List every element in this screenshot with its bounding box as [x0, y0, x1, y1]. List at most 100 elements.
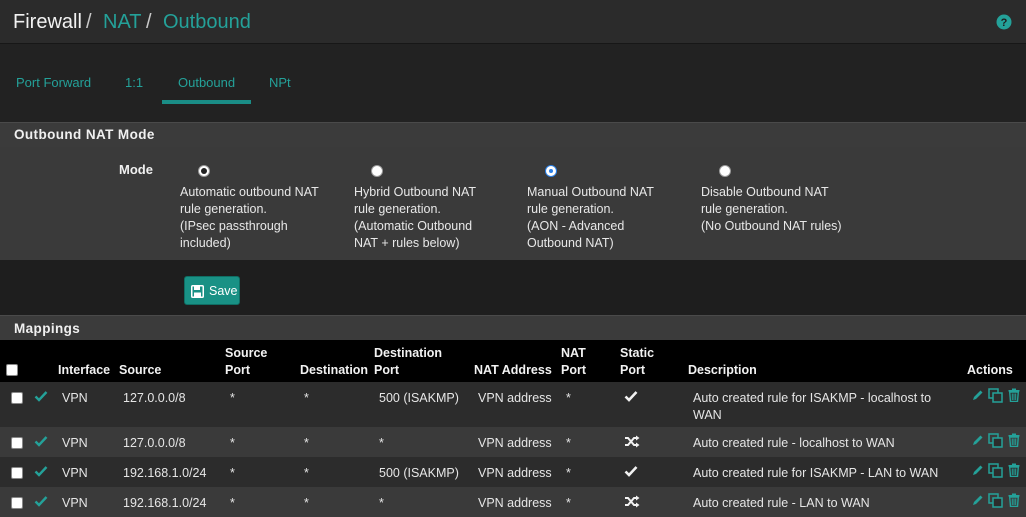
enabled-check-icon	[34, 465, 48, 480]
column-header-interface[interactable]: Interface	[58, 362, 110, 379]
tab-npt[interactable]: NPt	[269, 75, 291, 90]
header-line: Destination	[374, 346, 443, 360]
header-line: Source	[225, 346, 268, 360]
trash-icon[interactable]	[1008, 463, 1020, 480]
cell-destination-port: 500 (ISAKMP)	[379, 391, 459, 405]
header-line: Port	[225, 363, 250, 377]
column-header-actions: Actions	[967, 363, 1013, 377]
cell-destination: *	[304, 466, 309, 480]
enabled-check-icon	[34, 495, 48, 510]
save-button[interactable]: Save	[184, 276, 240, 305]
cell-source-port: *	[230, 466, 235, 480]
tab-one-to-one[interactable]: 1:1	[125, 75, 143, 90]
shuffle-icon	[624, 495, 640, 511]
option-hybrid-text: Hybrid Outbound NAT rule generation. (Au…	[354, 184, 476, 252]
cell-destination-port: *	[379, 496, 384, 510]
cell-nat-address: VPN address	[478, 466, 552, 480]
edit-pencil-icon[interactable]	[971, 494, 984, 510]
cell-description: Auto created rule for ISAKMP - localhost…	[693, 390, 931, 424]
enabled-check-icon	[34, 435, 48, 450]
option-line: included)	[180, 236, 231, 250]
mappings-panel-title: Mappings	[14, 321, 81, 336]
column-header-destination[interactable]: Destination	[300, 362, 368, 379]
column-header-nat-port[interactable]: NAT Port	[561, 345, 586, 379]
row-checkbox[interactable]	[11, 392, 23, 404]
trash-icon[interactable]	[1008, 388, 1020, 405]
cell-description: Auto created rule - LAN to WAN	[693, 495, 870, 512]
cell-source-port: *	[230, 496, 235, 510]
cell-interface: VPN	[62, 466, 88, 480]
active-tab-indicator	[162, 100, 251, 104]
copy-icon[interactable]	[988, 463, 1003, 481]
breadcrumb-outbound[interactable]: Outbound	[163, 10, 251, 34]
mode-panel-body	[0, 147, 1026, 260]
option-line: rule generation.	[701, 202, 788, 216]
option-line: Outbound NAT)	[527, 236, 614, 250]
cell-interface: VPN	[62, 391, 88, 405]
copy-icon[interactable]	[988, 388, 1003, 406]
cell-nat-port: *	[566, 496, 571, 510]
copy-icon[interactable]	[988, 493, 1003, 511]
option-line: Disable Outbound NAT	[701, 185, 829, 199]
breadcrumb-separator: /	[146, 11, 152, 33]
tab-outbound[interactable]: Outbound	[178, 75, 235, 90]
trash-icon[interactable]	[1008, 493, 1020, 510]
option-line: Manual Outbound NAT	[527, 185, 654, 199]
option-disable-text: Disable Outbound NAT rule generation. (N…	[701, 184, 842, 235]
header-line: Static	[620, 346, 655, 360]
header-line: Port	[620, 363, 645, 377]
column-header-destination-port[interactable]: Destination Port	[374, 345, 442, 379]
column-header-source-port[interactable]: Source Port	[225, 345, 267, 379]
header-line: NAT	[561, 346, 586, 360]
option-manual-text: Manual Outbound NAT rule generation. (AO…	[527, 184, 654, 252]
row-checkbox[interactable]	[11, 437, 23, 449]
trash-icon[interactable]	[1008, 433, 1020, 450]
cell-destination-port: *	[379, 436, 384, 450]
save-icon	[191, 285, 204, 298]
cell-source-port: *	[230, 391, 235, 405]
row-checkbox[interactable]	[11, 497, 23, 509]
cell-source: 192.168.1.0/24	[123, 466, 207, 480]
column-header-static-port[interactable]: Static Port	[620, 345, 654, 379]
breadcrumb-firewall[interactable]: Firewall	[13, 10, 82, 34]
cell-destination: *	[304, 391, 309, 405]
cell-interface: VPN	[62, 496, 88, 510]
option-line: (No Outbound NAT rules)	[701, 219, 842, 233]
select-all-checkbox[interactable]	[6, 364, 18, 376]
cell-nat-port: *	[566, 466, 571, 480]
save-button-label: Save	[209, 284, 238, 298]
radio-automatic[interactable]	[198, 165, 210, 177]
cell-nat-address: VPN address	[478, 391, 552, 405]
breadcrumb-nat[interactable]: NAT	[103, 10, 142, 34]
option-line: rule generation.	[180, 202, 267, 216]
mappings-panel-heading: Mappings	[0, 315, 1026, 340]
tab-port-forward[interactable]: Port Forward	[16, 75, 91, 90]
cell-description: Auto created rule for ISAKMP - LAN to WA…	[693, 465, 938, 482]
radio-hybrid[interactable]	[371, 165, 383, 177]
option-line: Hybrid Outbound NAT	[354, 185, 477, 199]
cell-nat-port: *	[566, 391, 571, 405]
option-line: (IPsec passthrough	[180, 219, 288, 233]
column-header-source[interactable]: Source	[119, 362, 161, 379]
radio-manual[interactable]	[545, 165, 557, 177]
row-checkbox[interactable]	[11, 467, 23, 479]
cell-source: 192.168.1.0/24	[123, 496, 207, 510]
cell-interface: VPN	[62, 436, 88, 450]
mode-label: Mode	[119, 162, 153, 177]
checkmark-icon	[624, 390, 638, 405]
radio-disable[interactable]	[719, 165, 731, 177]
edit-pencil-icon[interactable]	[971, 434, 984, 450]
edit-pencil-icon[interactable]	[971, 389, 984, 405]
help-icon[interactable]: ?	[996, 14, 1012, 30]
copy-icon[interactable]	[988, 433, 1003, 451]
column-header-description[interactable]: Description	[688, 362, 757, 379]
description-line: WAN	[693, 408, 722, 422]
column-header-nat-address[interactable]: NAT Address	[474, 362, 552, 379]
option-line: NAT + rules below)	[354, 236, 460, 250]
edit-pencil-icon[interactable]	[971, 464, 984, 480]
cell-nat-address: VPN address	[478, 436, 552, 450]
enabled-check-icon	[34, 390, 48, 405]
cell-destination: *	[304, 436, 309, 450]
description-line: Auto created rule for ISAKMP - LAN to WA…	[693, 466, 939, 480]
cell-nat-address: VPN address	[478, 496, 552, 510]
